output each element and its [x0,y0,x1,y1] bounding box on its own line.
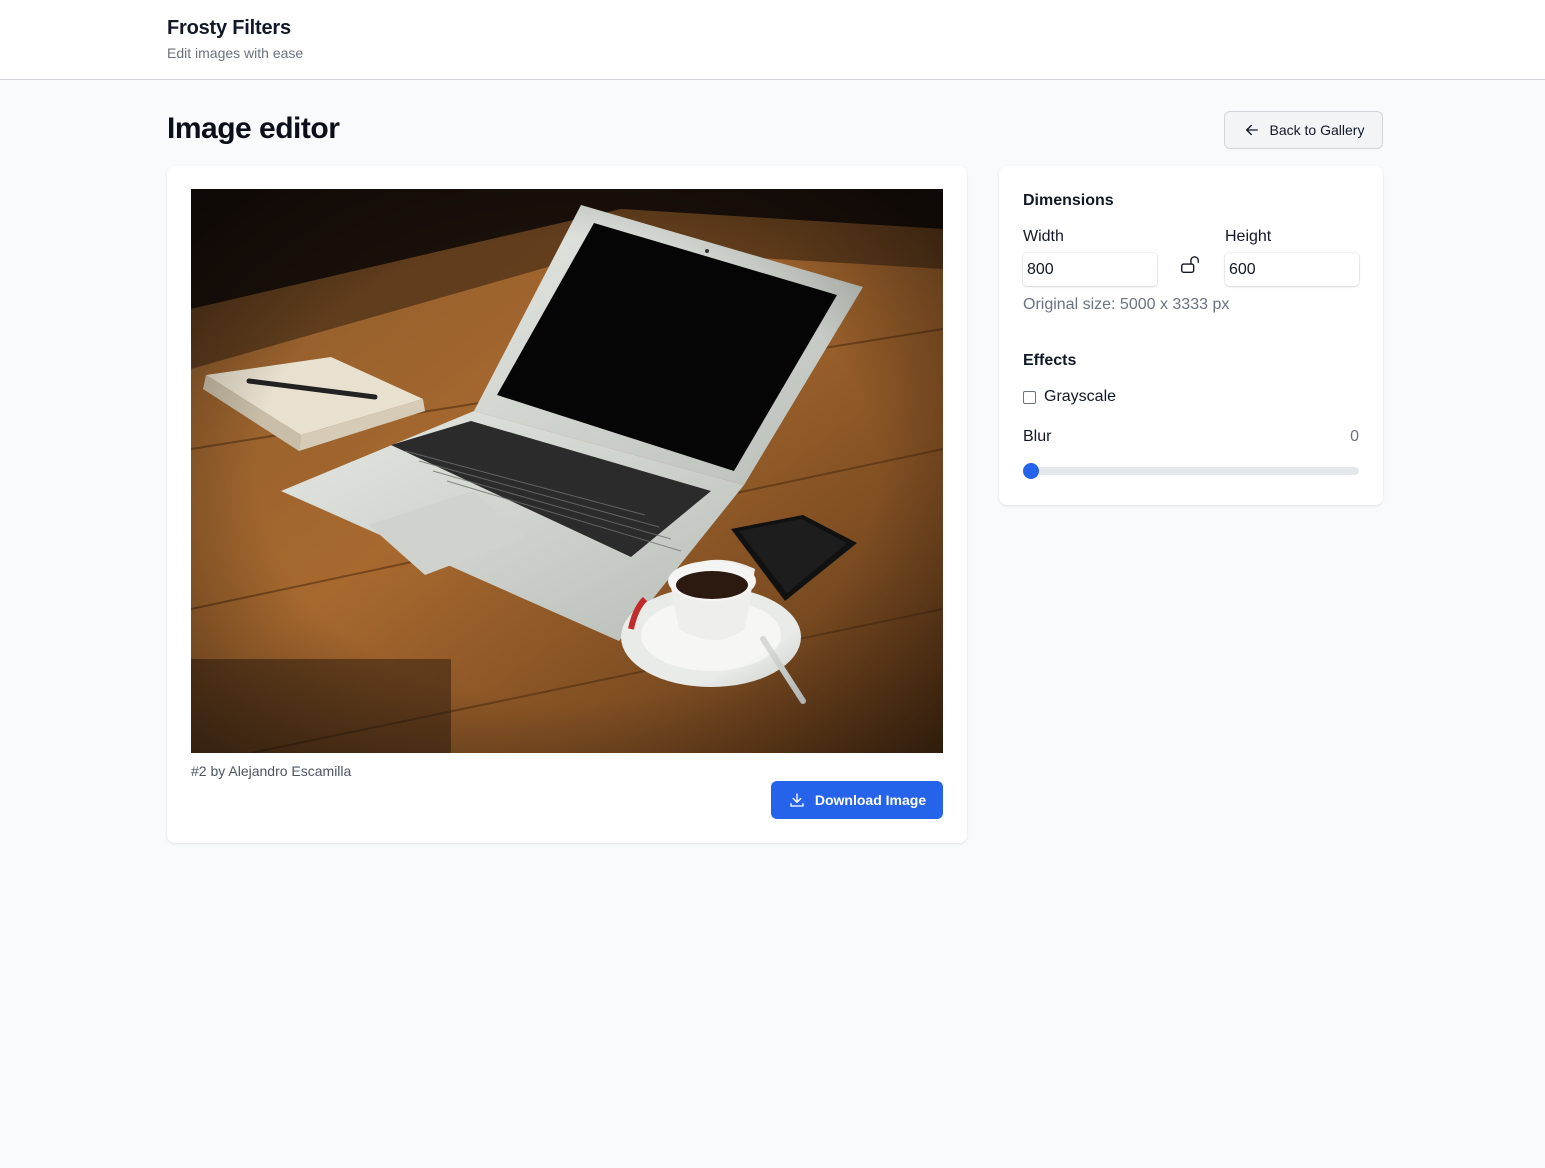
blur-value: 0 [1350,428,1359,445]
grayscale-checkbox[interactable] [1023,391,1036,404]
dimensions-heading: Dimensions [1023,192,1114,209]
back-to-gallery-button[interactable]: Back to Gallery [1224,111,1383,149]
blur-label: Blur [1023,428,1052,445]
grayscale-label: Grayscale [1044,388,1117,405]
image-preview [191,189,943,753]
download-image-label: Download Image [814,792,927,808]
blur-slider-thumb[interactable] [1023,463,1039,479]
arrow-left-icon [1245,124,1258,136]
aspect-lock-toggle[interactable] [1179,254,1201,276]
height-input[interactable] [1225,253,1359,286]
back-to-gallery-label: Back to Gallery [1269,122,1365,138]
width-label: Width [1023,228,1064,245]
page-title: Image editor [167,112,340,145]
settings-panel: Dimensions Width Height Original size: 5… [999,166,1383,505]
app-subtitle: Edit images with ease [167,45,304,61]
app-header: Frosty Filters Edit images with ease [0,0,1545,80]
unlock-icon [1181,256,1199,274]
download-icon [790,793,804,807]
blur-slider[interactable] [1023,463,1359,479]
image-preview-card: #2 by Alejandro Escamilla Download Image [167,166,967,843]
effects-heading: Effects [1023,352,1077,369]
image-caption: #2 by Alejandro Escamilla [191,763,352,779]
laptop-photo [191,189,943,753]
original-size-text: Original size: 5000 x 3333 px [1023,296,1230,313]
width-input[interactable] [1023,253,1157,286]
app-title: Frosty Filters [167,17,291,39]
download-image-button[interactable]: Download Image [771,781,943,819]
height-label: Height [1225,228,1272,245]
